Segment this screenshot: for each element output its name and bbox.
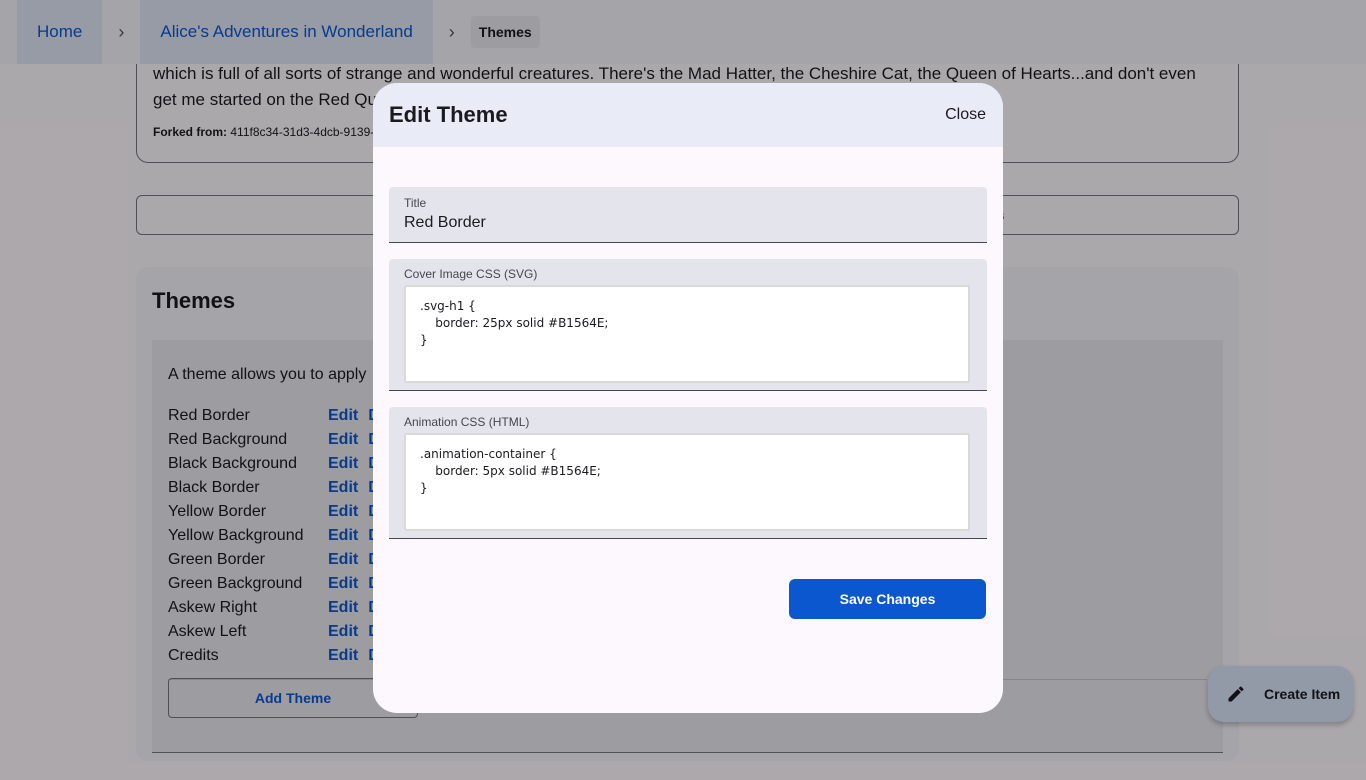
cover-image-css-label: Cover Image CSS (SVG) — [404, 267, 538, 281]
cover-image-css-textarea[interactable] — [404, 285, 970, 383]
animation-css-textarea[interactable] — [404, 433, 970, 531]
animation-css-field: Animation CSS (HTML) — [389, 407, 987, 539]
animation-css-label: Animation CSS (HTML) — [404, 415, 530, 429]
save-changes-button[interactable]: Save Changes — [789, 579, 986, 619]
dialog-header: Edit Theme Close — [373, 83, 1003, 147]
dialog-title: Edit Theme — [389, 102, 508, 127]
close-button[interactable]: Close — [945, 106, 986, 124]
title-field-label: Title — [404, 196, 427, 210]
title-field[interactable]: Title Red Border — [389, 187, 987, 243]
title-field-value[interactable]: Red Border — [404, 214, 972, 232]
cover-image-css-field: Cover Image CSS (SVG) — [389, 259, 987, 391]
edit-theme-dialog: Edit Theme Close Title Red Border Cover … — [373, 83, 1003, 713]
